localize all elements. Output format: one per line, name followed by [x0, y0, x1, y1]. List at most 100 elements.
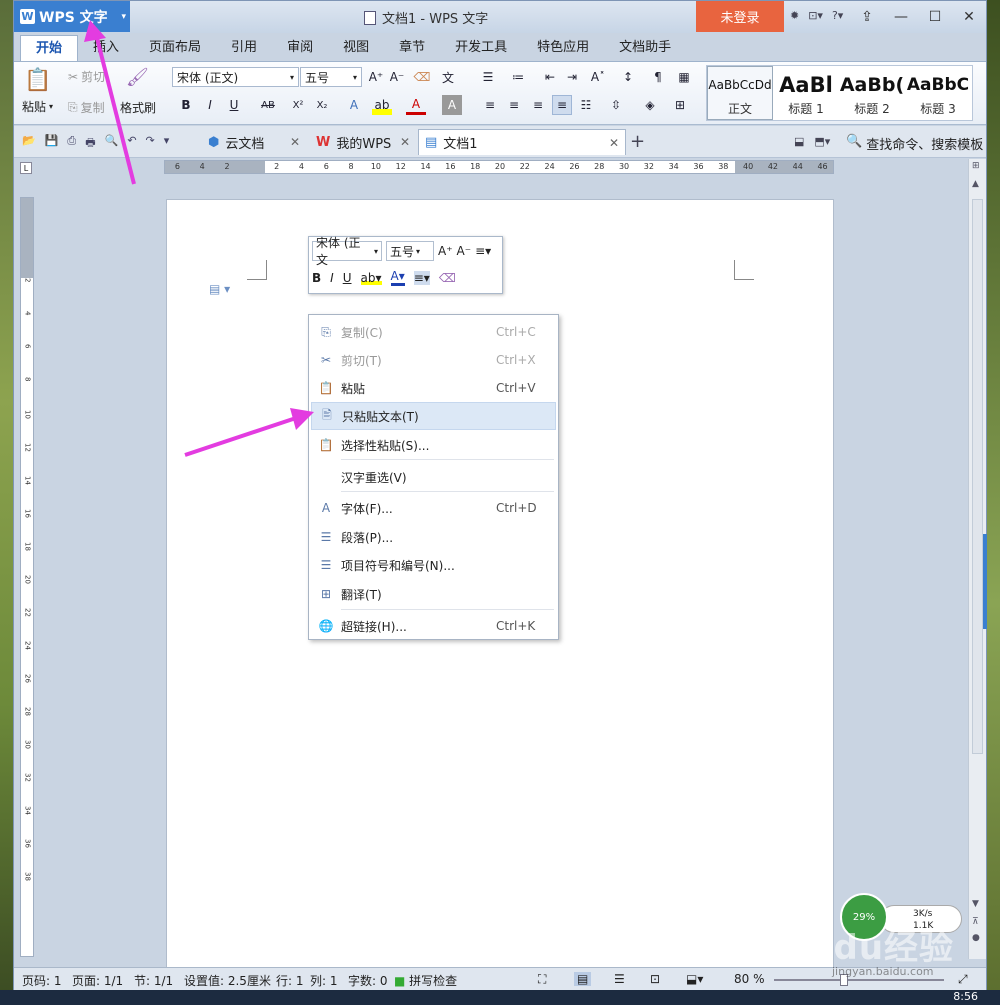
subscript-icon[interactable]: X₂	[312, 95, 332, 115]
open-icon[interactable]: 📂	[22, 134, 36, 153]
sort-icon[interactable]: ↕	[618, 67, 638, 87]
style-heading-2[interactable]: AaBb(标题 2	[839, 66, 905, 120]
context-menu-item[interactable]: 汉字重选(V)	[311, 463, 556, 491]
web-view-icon[interactable]: ⊡	[650, 972, 660, 986]
redo-icon[interactable]: ↷	[146, 134, 155, 153]
text-effect-icon[interactable]: A	[344, 95, 364, 115]
tab-cloud-docs[interactable]: ⬢ 云文档 ✕	[202, 129, 306, 155]
vertical-ruler[interactable]: 2 4 6 8 10 12 14 16 18 20 22 24 26 28 30 32 34 36 38	[20, 197, 34, 957]
bold-icon[interactable]: B	[176, 95, 196, 115]
tab-insert[interactable]: 插入	[78, 35, 134, 61]
login-button[interactable]: 未登录	[696, 1, 784, 32]
format-painter-button[interactable]: 格式刷	[120, 99, 156, 116]
distributed-icon[interactable]: ☷	[576, 95, 596, 115]
tab-page-layout[interactable]: 页面布局	[134, 35, 216, 61]
justify-icon[interactable]: ≡	[552, 95, 572, 115]
context-menu-item[interactable]: ☰ 段落(P)...	[311, 523, 556, 551]
paste-options-icon[interactable]: ▤ ▾	[209, 282, 230, 296]
line-spacing-icon[interactable]: ⇳	[606, 95, 626, 115]
context-menu-item[interactable]: ☰ 项目符号和编号(N)...	[311, 551, 556, 579]
cut-button[interactable]: ✂ 剪切	[68, 68, 105, 85]
paste-button[interactable]: 粘贴 ▾	[22, 98, 53, 115]
zoom-level[interactable]: 80 %	[734, 972, 765, 986]
tab-home[interactable]: 开始	[20, 35, 79, 61]
close-icon[interactable]: ✕	[400, 135, 410, 149]
help-icon[interactable]: ?▾	[832, 9, 843, 22]
tab-document1[interactable]: ▤ 文档1 ✕	[418, 129, 626, 155]
align-right-icon[interactable]: ≡	[528, 95, 548, 115]
minimize-button[interactable]: —	[884, 1, 918, 32]
eraser-icon[interactable]: ⌫	[439, 271, 456, 285]
phonetic-icon[interactable]: 文	[438, 67, 458, 87]
increase-indent-icon[interactable]: ⇥	[562, 67, 582, 87]
justify-icon[interactable]: ≡▾	[413, 270, 430, 285]
vertical-scrollbar[interactable]: ⊞ ▲ ▼ ⊼ ●	[968, 159, 987, 959]
font-size-select[interactable]: 五号 ▾	[300, 67, 362, 87]
preview-icon[interactable]: 🔍	[105, 134, 119, 153]
share-icon[interactable]: ⊡▾	[808, 9, 823, 22]
tab-doc-assistant[interactable]: 文档助手	[604, 35, 686, 61]
maximize-button[interactable]: ☐	[918, 1, 952, 32]
horizontal-ruler[interactable]: 6 4 2 2 4 6 8 10 12 14 16 18 20 22 24 26 28 30 32 34 36 38 40 4…	[164, 160, 834, 174]
highlight-icon[interactable]: ab	[372, 95, 392, 115]
app-menu-button[interactable]: W WPS 文字 ▾	[14, 1, 130, 32]
table-grid-icon[interactable]: ▦	[674, 67, 694, 87]
reading-view-icon[interactable]: ⬓▾	[686, 972, 703, 986]
print-icon[interactable]: 🖶	[85, 134, 95, 153]
pin-icon[interactable]: ⬓	[794, 135, 804, 148]
shrink-font-icon[interactable]: A⁻	[457, 244, 472, 258]
line-spacing-icon[interactable]: ≡▾	[475, 244, 491, 258]
underline-icon[interactable]: U	[343, 271, 352, 285]
underline-icon[interactable]: U	[224, 95, 244, 115]
page-view-icon[interactable]: ▤	[574, 972, 592, 986]
strikethrough-icon[interactable]: AB	[258, 95, 278, 115]
new-tab-icon[interactable]: +	[630, 131, 645, 152]
tab-review[interactable]: 审阅	[272, 35, 328, 61]
restore-view-icon[interactable]: ⇪	[850, 1, 884, 32]
status-word-count[interactable]: 字数: 0	[348, 972, 388, 989]
context-menu-item[interactable]: 🌐 超链接(H)... Ctrl+K	[311, 612, 556, 640]
tab-developer[interactable]: 开发工具	[440, 35, 522, 61]
grow-font-icon[interactable]: A⁺	[438, 244, 453, 258]
tab-my-wps[interactable]: W 我的WPS ✕	[310, 129, 416, 155]
grow-font-icon[interactable]: A⁺	[366, 67, 386, 87]
tab-references[interactable]: 引用	[216, 35, 272, 61]
align-center-icon[interactable]: ≡	[504, 95, 524, 115]
scroll-up-icon[interactable]: ▲	[972, 179, 979, 189]
close-icon[interactable]: ✕	[290, 135, 300, 149]
export-pdf-icon[interactable]: ⎙	[67, 134, 76, 153]
context-menu-item[interactable]: 📋 粘贴 Ctrl+V	[311, 374, 556, 402]
select-browse-icon[interactable]: ●	[972, 933, 980, 943]
command-search[interactable]: 🔍 查找命令、搜索模板	[846, 134, 983, 153]
spell-check-toggle[interactable]: ■ 拼写检查	[394, 972, 457, 989]
char-shading-icon[interactable]: A	[442, 95, 462, 115]
tab-features[interactable]: 特色应用	[522, 35, 604, 61]
bullets-icon[interactable]: ☰	[478, 67, 498, 87]
save-icon[interactable]: 💾	[45, 134, 59, 153]
align-left-icon[interactable]: ≡	[480, 95, 500, 115]
scrollbar-thumb[interactable]	[972, 199, 983, 754]
outline-view-icon[interactable]: ☰	[614, 972, 625, 986]
copy-button[interactable]: ⎘ 复制	[68, 99, 105, 116]
fit-window-icon[interactable]: ⤢	[958, 972, 968, 987]
customize-chevron-icon[interactable]: ▾	[164, 134, 170, 153]
asian-layout-icon[interactable]: A˟	[588, 67, 608, 87]
bold-icon[interactable]: B	[312, 271, 321, 285]
tab-view[interactable]: 视图	[328, 35, 384, 61]
italic-icon[interactable]: I	[330, 271, 334, 285]
mini-font-name-select[interactable]: 宋体 (正文 ▾	[312, 236, 382, 267]
borders-icon[interactable]: ⊞	[670, 95, 690, 115]
style-heading-1[interactable]: AaBl 标题 1	[773, 66, 839, 120]
skin-icon[interactable]: ✹	[790, 9, 799, 22]
show-marks-icon[interactable]: ¶	[648, 67, 668, 87]
style-heading-3[interactable]: AaBbC 标题 3	[905, 66, 971, 120]
context-menu-item[interactable]: ⊞ 翻译(T)	[311, 580, 556, 608]
undo-icon[interactable]: ↶	[127, 134, 136, 153]
style-normal[interactable]: AaBbCcDd 正文	[707, 66, 773, 120]
shading-icon[interactable]: ◈	[640, 95, 660, 115]
context-menu-item[interactable]: 🖹 只粘贴文本(T)	[311, 402, 556, 430]
numbering-icon[interactable]: ≔	[508, 67, 528, 87]
scroll-down-icon[interactable]: ▼	[972, 899, 979, 909]
superscript-icon[interactable]: X²	[288, 95, 308, 115]
font-color-icon[interactable]: A▾	[390, 269, 405, 286]
